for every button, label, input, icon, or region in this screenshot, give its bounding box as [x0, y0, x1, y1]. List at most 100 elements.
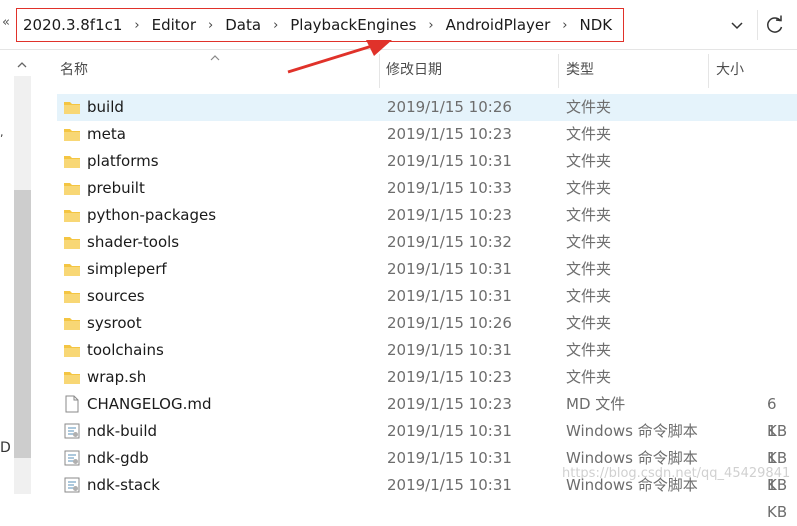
- script-icon: [64, 423, 80, 439]
- file-row[interactable]: toolchains 2019/1/15 10:31 文件夹: [57, 337, 797, 364]
- watermark: https://blog.csdn.net/qq_45429841: [562, 466, 791, 481]
- file-name: meta: [87, 125, 126, 143]
- file-date: 2019/1/15 10:32: [387, 233, 512, 251]
- folder-icon: [64, 129, 80, 141]
- file-date: 2019/1/15 10:23: [387, 206, 512, 224]
- file-name: shader-tools: [87, 233, 180, 251]
- folder-icon: [64, 156, 80, 168]
- folder-icon: [64, 237, 80, 249]
- breadcrumb-item[interactable]: Data: [223, 16, 263, 34]
- scroll-up-icon[interactable]: [14, 58, 30, 72]
- column-date-header[interactable]: 修改日期: [386, 50, 442, 88]
- file-row[interactable]: simpleperf 2019/1/15 10:31 文件夹: [57, 256, 797, 283]
- file-date: 2019/1/15 10:33: [387, 179, 512, 197]
- file-type: Windows 命令脚本: [566, 422, 698, 440]
- nav-pane-drive-fragment[interactable]: D: [0, 440, 11, 456]
- file-date: 2019/1/15 10:23: [387, 395, 512, 413]
- column-size-header[interactable]: 大小: [716, 50, 744, 88]
- file-date: 2019/1/15 10:23: [387, 125, 512, 143]
- file-name: simpleperf: [87, 260, 167, 278]
- file-type: 文件夹: [566, 341, 612, 359]
- file-row[interactable]: meta 2019/1/15 10:23 文件夹: [57, 121, 797, 148]
- breadcrumb-separator-icon[interactable]: ›: [124, 18, 149, 33]
- file-row[interactable]: platforms 2019/1/15 10:31 文件夹: [57, 148, 797, 175]
- file-row[interactable]: ndk-build 2019/1/15 10:31 Windows 命令脚本 1 KB: [57, 418, 797, 467]
- folder-icon: [64, 264, 80, 276]
- file-type: 文件夹: [566, 98, 612, 116]
- file-name: platforms: [87, 152, 159, 170]
- column-header: 名称 修改日期 类型 大小: [40, 50, 797, 88]
- file-name: prebuilt: [87, 179, 145, 197]
- file-date: 2019/1/15 10:26: [387, 314, 512, 332]
- file-name: sysroot: [87, 314, 142, 332]
- file-row[interactable]: sources 2019/1/15 10:31 文件夹: [57, 283, 797, 310]
- breadcrumb-item[interactable]: Editor: [150, 16, 198, 34]
- breadcrumb-item[interactable]: 2020.3.8f1c1: [21, 16, 124, 34]
- file-row[interactable]: prebuilt 2019/1/15 10:33 文件夹: [57, 175, 797, 202]
- folder-icon: [64, 372, 80, 384]
- file-row[interactable]: shader-tools 2019/1/15 10:32 文件夹: [57, 229, 797, 256]
- file-row[interactable]: wrap.sh 2019/1/15 10:23 文件夹: [57, 364, 797, 391]
- breadcrumb-separator-icon[interactable]: ›: [418, 18, 443, 33]
- file-row[interactable]: sysroot 2019/1/15 10:26 文件夹: [57, 310, 797, 337]
- breadcrumb-item[interactable]: AndroidPlayer: [444, 16, 553, 34]
- file-date: 2019/1/15 10:31: [387, 287, 512, 305]
- breadcrumb-separator-icon[interactable]: ›: [198, 18, 223, 33]
- folder-icon: [64, 183, 80, 195]
- file-type: 文件夹: [566, 233, 612, 251]
- file-name: toolchains: [87, 341, 164, 359]
- file-type: 文件夹: [566, 206, 612, 224]
- folder-icon: [64, 345, 80, 357]
- file-date: 2019/1/15 10:31: [387, 476, 512, 494]
- column-divider[interactable]: [708, 54, 709, 88]
- file-date: 2019/1/15 10:31: [387, 260, 512, 278]
- breadcrumb-item[interactable]: PlaybackEngines: [288, 16, 418, 34]
- document-icon: [65, 395, 79, 413]
- file-date: 2019/1/15 10:31: [387, 422, 512, 440]
- file-name: CHANGELOG.md: [87, 395, 212, 413]
- file-type: 文件夹: [566, 314, 612, 332]
- file-name: build: [87, 98, 124, 116]
- file-row[interactable]: build 2019/1/15 10:26 文件夹: [57, 94, 797, 121]
- sort-ascending-icon: [210, 55, 220, 61]
- refresh-icon[interactable]: [764, 13, 786, 37]
- file-row[interactable]: CHANGELOG.md 2019/1/15 10:23 MD 文件 6 KB: [57, 391, 797, 440]
- file-row[interactable]: python-packages 2019/1/15 10:23 文件夹: [57, 202, 797, 229]
- breadcrumb-separator-icon[interactable]: ›: [614, 18, 623, 33]
- column-type-header[interactable]: 类型: [566, 50, 594, 88]
- nav-scrollbar-thumb[interactable]: [14, 190, 31, 458]
- file-name: sources: [87, 287, 145, 305]
- file-date: 2019/1/15 10:31: [387, 152, 512, 170]
- column-divider[interactable]: [558, 54, 559, 88]
- file-type: MD 文件: [566, 395, 626, 413]
- folder-icon: [64, 291, 80, 303]
- column-name-header[interactable]: 名称: [60, 50, 88, 88]
- breadcrumb-item[interactable]: NDK: [578, 16, 615, 34]
- file-date: 2019/1/15 10:31: [387, 341, 512, 359]
- nav-pane-fragment: ,: [0, 126, 4, 139]
- file-name: python-packages: [87, 206, 217, 224]
- file-type: 文件夹: [566, 125, 612, 143]
- file-type: 文件夹: [566, 368, 612, 386]
- file-date: 2019/1/15 10:31: [387, 449, 512, 467]
- breadcrumb-separator-icon[interactable]: ›: [263, 18, 288, 33]
- file-type: 文件夹: [566, 179, 612, 197]
- script-icon: [64, 450, 80, 466]
- file-date: 2019/1/15 10:26: [387, 98, 512, 116]
- column-divider[interactable]: [379, 54, 380, 88]
- recent-locations-chevron[interactable]: «: [2, 15, 10, 30]
- breadcrumb-separator-icon[interactable]: ›: [552, 18, 577, 33]
- address-dropdown-icon[interactable]: [727, 14, 747, 36]
- file-date: 2019/1/15 10:23: [387, 368, 512, 386]
- folder-icon: [64, 318, 80, 330]
- address-divider: [757, 10, 758, 40]
- script-icon: [64, 477, 80, 493]
- file-name: wrap.sh: [87, 368, 147, 386]
- folder-icon: [64, 102, 80, 114]
- file-name: ndk-stack: [87, 476, 160, 494]
- folder-icon: [64, 210, 80, 222]
- file-name: ndk-gdb: [87, 449, 149, 467]
- file-type: 文件夹: [566, 152, 612, 170]
- file-name: ndk-build: [87, 422, 158, 440]
- file-type: 文件夹: [566, 260, 612, 278]
